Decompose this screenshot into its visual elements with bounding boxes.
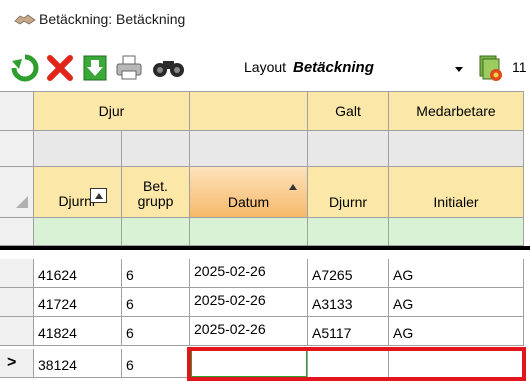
group-header-djur: Djur: [34, 91, 190, 131]
toolbar: Layout Betäckning 11: [0, 46, 530, 90]
table-cell-galt-djurnr[interactable]: A5117: [308, 317, 389, 346]
table-cell-djurnr[interactable]: 41824: [34, 317, 122, 346]
layout-settings-button[interactable]: [474, 52, 506, 84]
delete-button[interactable]: [44, 52, 76, 84]
search-button[interactable]: [148, 52, 190, 84]
table-cell-bet-grupp[interactable]: 6: [122, 288, 190, 317]
row-header[interactable]: [0, 259, 34, 288]
delete-icon: [47, 55, 73, 81]
corner-cell: [0, 91, 34, 131]
row-header[interactable]: [0, 317, 34, 346]
table-cell-datum[interactable]: 2025-02-26: [190, 317, 308, 346]
table-cell-djurnr[interactable]: 41624: [34, 259, 122, 288]
column-header-datum-label: Datum: [227, 194, 270, 210]
filter-cell: [190, 131, 308, 167]
filter-input[interactable]: [190, 218, 308, 246]
layout-settings-icon: [479, 55, 502, 81]
group-header-djur-label: Djur: [98, 103, 125, 119]
window-title-text: Betäckning: Betäckning: [39, 11, 186, 27]
row-header: [0, 131, 34, 167]
group-header-medarbetare-label: Medarbetare: [416, 103, 496, 119]
sort-ascending-icon: [289, 184, 297, 190]
table-cell-djurnr[interactable]: 38124: [34, 349, 122, 378]
sort-box-icon: [90, 188, 107, 203]
download-button[interactable]: [79, 52, 111, 84]
table-cell-bet-grupp[interactable]: 6: [122, 317, 190, 346]
column-header-datum[interactable]: Datum: [190, 167, 308, 218]
column-header-djurnr[interactable]: Djurnr: [34, 167, 122, 218]
print-icon: [116, 55, 142, 80]
current-row-marker: >: [7, 354, 17, 371]
group-header-medarbetare: Medarbetare: [389, 91, 524, 131]
column-header-bet-grupp-label: Bet. grupp: [137, 178, 174, 209]
row-header[interactable]: >: [0, 349, 34, 378]
chevron-down-icon: [455, 67, 463, 72]
table-cell-bet-grupp[interactable]: 6: [122, 259, 190, 288]
filter-cell: [389, 131, 524, 167]
data-grid: Djur Galt Medarbetare Djurnr Bet. grupp …: [0, 91, 530, 381]
window-title: Betäckning: Betäckning: [14, 9, 185, 29]
table-cell-initialer[interactable]: AG: [389, 317, 524, 346]
table-cell-initialer[interactable]: AG: [389, 288, 524, 317]
table-cell-bet-grupp[interactable]: 6: [122, 349, 190, 378]
column-header-initialer-label: Initialer: [433, 194, 479, 210]
spacer: [0, 250, 524, 259]
layout-select[interactable]: Betäckning: [290, 54, 463, 82]
filter-input[interactable]: [34, 218, 122, 246]
toolbar-counter: 11: [512, 59, 527, 75]
resize-grip-icon: [16, 196, 28, 208]
handshake-icon: [14, 14, 36, 25]
filter-cell: [122, 131, 190, 167]
print-button[interactable]: [113, 52, 145, 84]
binoculars-icon: [153, 61, 184, 77]
row-header[interactable]: [0, 288, 34, 317]
filter-cell: [308, 131, 389, 167]
column-header-galt-djurnr[interactable]: Djurnr: [308, 167, 389, 218]
layout-label: Layout: [244, 59, 287, 75]
table-cell-galt-djurnr[interactable]: A3133: [308, 288, 389, 317]
table-cell-galt-djurnr[interactable]: A7265: [308, 259, 389, 288]
table-cell-datum[interactable]: 2025-02-26: [190, 288, 308, 317]
row-header: [0, 167, 34, 218]
filter-cell: [34, 131, 122, 167]
filter-input[interactable]: [389, 218, 524, 246]
filter-input[interactable]: [308, 218, 389, 246]
download-icon: [83, 55, 107, 81]
table-cell-djurnr[interactable]: 41724: [34, 288, 122, 317]
refresh-button[interactable]: [8, 52, 42, 84]
refresh-icon: [11, 54, 39, 82]
column-header-bet-grupp[interactable]: Bet. grupp: [122, 167, 190, 218]
group-header-galt: Galt: [308, 91, 389, 131]
layout-value: Betäckning: [293, 59, 374, 76]
group-header-galt-label: Galt: [335, 103, 361, 119]
row-header: [0, 218, 34, 246]
table-cell-datum[interactable]: 2025-02-26: [190, 259, 308, 288]
column-header-galt-djurnr-label: Djurnr: [328, 194, 368, 210]
column-header-initialer[interactable]: Initialer: [389, 167, 524, 218]
group-header-empty: [190, 91, 308, 131]
table-cell-initialer[interactable]: AG: [389, 259, 524, 288]
filter-input[interactable]: [122, 218, 190, 246]
highlight-box: [187, 347, 526, 381]
